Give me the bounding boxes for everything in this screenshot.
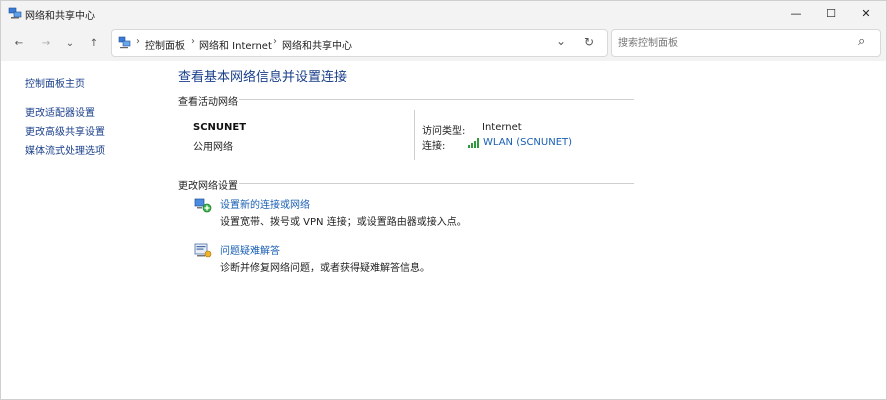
up-button[interactable]: ↑ — [85, 35, 103, 51]
troubleshoot-icon — [194, 243, 212, 258]
troubleshoot-problems-desc: 诊断并修复网络问题，或者获得疑难解答信息。 — [220, 263, 430, 274]
change-settings-heading: 更改网络设置 — [178, 181, 238, 192]
wifi-signal-icon — [468, 138, 479, 148]
search-input[interactable] — [616, 33, 856, 53]
forward-button[interactable]: → — [37, 35, 55, 51]
wlan-connection-link[interactable]: WLAN (SCNUNET) — [483, 137, 572, 148]
network-sharing-center-icon — [8, 7, 22, 19]
network-name: SCNUNET — [193, 122, 247, 133]
control-panel-icon — [118, 36, 131, 49]
maximize-button[interactable]: ☐ — [812, 1, 850, 25]
breadcrumb-control-panel[interactable]: 控制面板 — [145, 37, 185, 52]
sidebar-change-adapter-settings[interactable]: 更改适配器设置 — [25, 104, 95, 119]
address-dropdown-icon[interactable]: ⌄ — [556, 34, 566, 48]
access-type-label: 访问类型: — [422, 126, 466, 137]
access-type-value: Internet — [482, 122, 522, 133]
sidebar-media-streaming-options[interactable]: 媒体流式处理选项 — [25, 142, 105, 157]
back-button[interactable]: ← — [10, 35, 28, 51]
breadcrumb-network-internet[interactable]: 网络和 Internet — [199, 37, 272, 52]
active-networks-divider — [239, 99, 634, 100]
close-button[interactable]: ✕ — [847, 1, 885, 25]
troubleshoot-problems-link[interactable]: 问题疑难解答 — [220, 242, 280, 257]
title-bar: 网络和共享中心 — ☐ ✕ — [1, 1, 886, 25]
breadcrumb-separator: › — [191, 36, 195, 47]
network-info-divider — [414, 110, 415, 160]
window: 网络和共享中心 — ☐ ✕ ← → ⌄ ↑ › 控制面板 › 网络和 Inter… — [0, 0, 887, 400]
search-box[interactable]: ⌕ — [611, 29, 881, 57]
address-bar[interactable]: › 控制面板 › 网络和 Internet › 网络和共享中心 ⌄ ↻ — [111, 29, 608, 57]
page-title: 查看基本网络信息并设置连接 — [178, 70, 348, 85]
sidebar-control-panel-home[interactable]: 控制面板主页 — [25, 75, 85, 90]
sidebar-change-advanced-sharing[interactable]: 更改高级共享设置 — [25, 123, 105, 138]
network-setup-icon — [194, 198, 212, 213]
network-type[interactable]: 公用网络 — [193, 138, 233, 153]
breadcrumb-network-sharing-center[interactable]: 网络和共享中心 — [282, 37, 352, 52]
refresh-icon[interactable]: ↻ — [584, 35, 594, 49]
connection-label: 连接: — [422, 141, 446, 152]
recent-locations-button[interactable]: ⌄ — [61, 35, 79, 51]
window-title: 网络和共享中心 — [25, 11, 95, 22]
active-networks-heading: 查看活动网络 — [178, 97, 238, 108]
minimize-button[interactable]: — — [777, 1, 815, 25]
breadcrumb-separator: › — [273, 36, 277, 47]
search-icon[interactable]: ⌕ — [858, 34, 865, 49]
address-toolbar: ← → ⌄ ↑ › 控制面板 › 网络和 Internet › 网络和共享中心 … — [1, 25, 886, 61]
setup-new-connection-link[interactable]: 设置新的连接或网络 — [220, 196, 310, 211]
setup-new-connection-desc: 设置宽带、拨号或 VPN 连接；或设置路由器或接入点。 — [220, 217, 467, 228]
change-settings-divider — [239, 183, 634, 184]
breadcrumb-separator: › — [136, 36, 140, 47]
